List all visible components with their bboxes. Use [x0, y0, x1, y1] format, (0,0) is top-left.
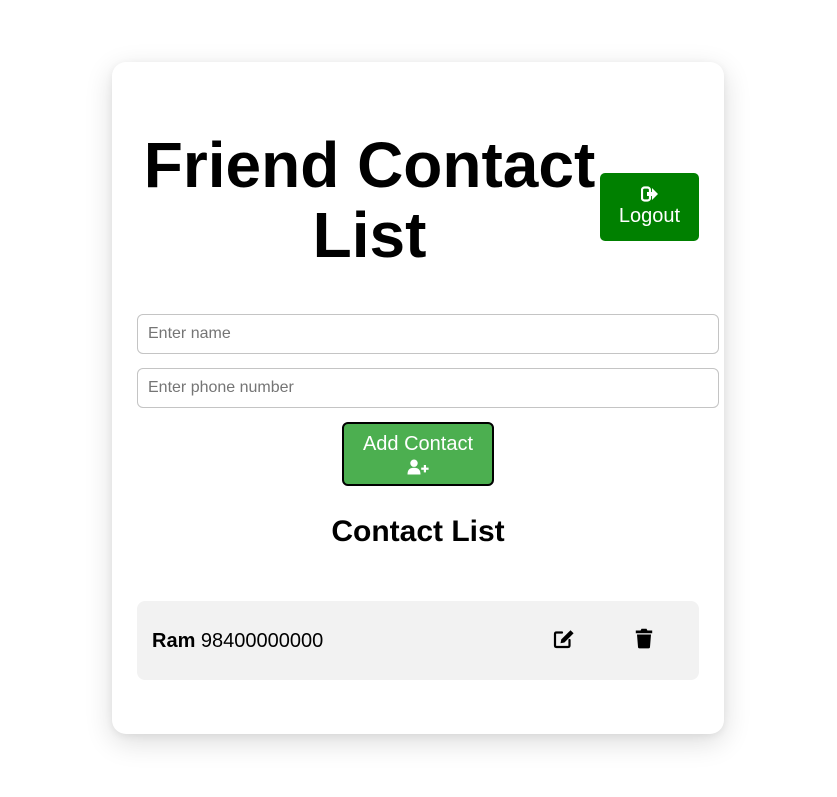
logout-label: Logout: [618, 205, 681, 227]
contact-info: Ram 98400000000: [152, 629, 323, 653]
contact-list-item: Ram 98400000000: [137, 601, 699, 680]
trash-icon: [635, 628, 653, 652]
contact-list-heading: Contact List: [331, 515, 505, 548]
delete-contact-button[interactable]: [630, 626, 658, 654]
page-title: Friend Contact List: [143, 129, 596, 271]
edit-icon: [553, 629, 575, 652]
add-contact-button[interactable]: Add Contact: [342, 422, 494, 486]
name-input[interactable]: [137, 314, 719, 354]
contact-name: Ram: [152, 630, 196, 652]
user-plus-icon: [407, 456, 429, 475]
logout-button[interactable]: Logout: [600, 173, 699, 241]
add-contact-label: Add Contact: [362, 433, 474, 455]
contact-card: Friend Contact List Logout Add Contact C…: [112, 62, 724, 734]
sign-out-icon: [640, 186, 659, 205]
phone-input[interactable]: [137, 368, 719, 408]
edit-contact-button[interactable]: [550, 626, 578, 654]
contact-phone: 98400000000: [200, 630, 324, 652]
